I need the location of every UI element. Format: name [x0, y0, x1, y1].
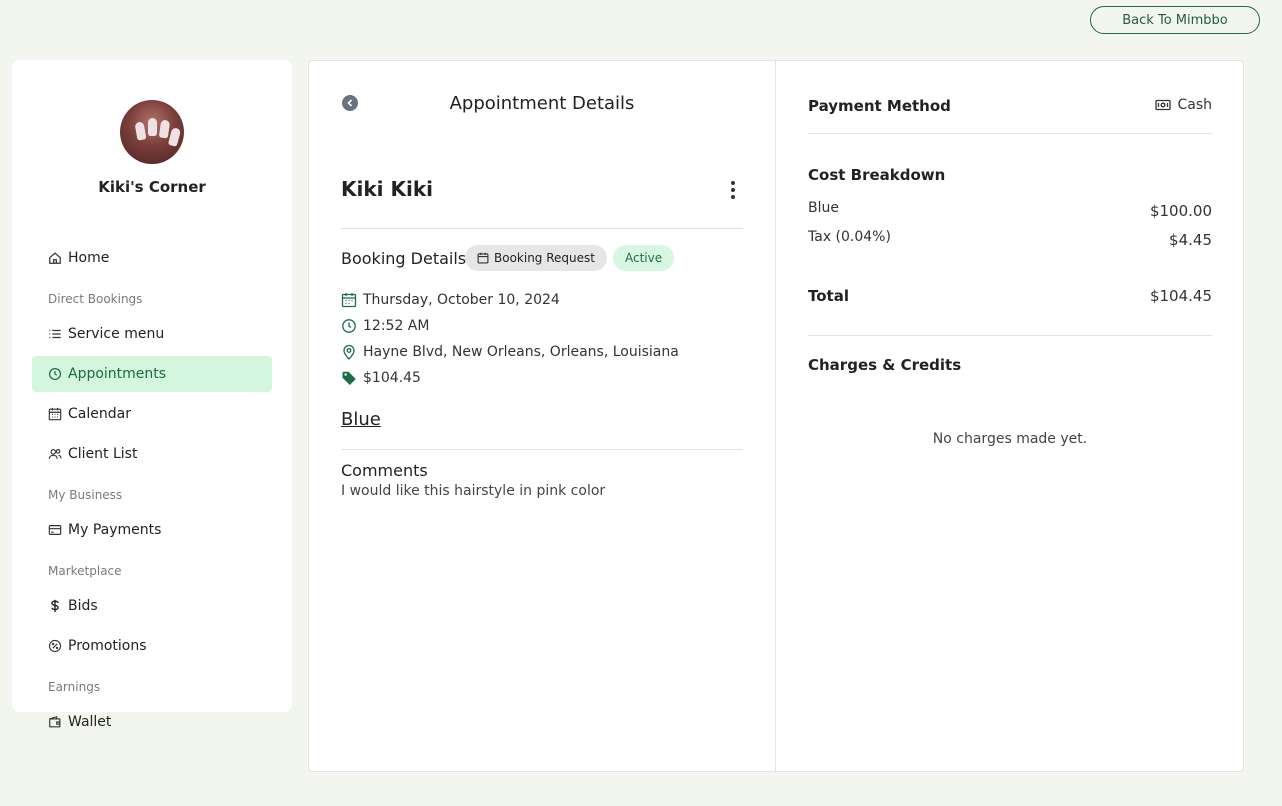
charges-credits-label: Charges & Credits — [808, 356, 962, 374]
no-charges-message: No charges made yet. — [932, 431, 1088, 447]
sidebar-item-wallet[interactable]: Wallet — [32, 704, 272, 740]
line-item-amount: $4.45 — [1169, 231, 1212, 249]
sidebar-item-calendar[interactable]: Calendar — [32, 396, 272, 432]
kebab-dot — [731, 195, 735, 200]
clock-icon — [48, 367, 62, 381]
sidebar-item-label: Calendar — [68, 406, 131, 422]
sidebar-item-bids[interactable]: Bids — [32, 588, 272, 624]
sidebar-item-client-list[interactable]: Client List — [32, 436, 272, 472]
sidebar-item-label: Wallet — [68, 714, 112, 730]
payment-method: Cash — [1155, 97, 1212, 113]
date-text: Thursday, October 10, 2024 — [363, 292, 560, 308]
line-item-label: Tax (0.04%) — [808, 229, 891, 245]
payment-method-label: Payment Method — [808, 97, 951, 115]
section-earnings: Earnings — [48, 680, 101, 694]
map-pin-icon — [343, 344, 355, 360]
sidebar-item-promotions[interactable]: Promotions — [32, 628, 272, 664]
time-text: 12:52 AM — [363, 318, 430, 334]
payment-panel: Payment Method Cash Cost Breakdown Blue … — [808, 61, 1212, 771]
booking-details-label: Booking Details — [341, 249, 467, 268]
comments-text: I would like this hairstyle in pink colo… — [341, 483, 606, 499]
avatar — [120, 100, 184, 164]
sidebar-item-home[interactable]: Home — [32, 240, 272, 276]
appointment-location: Hayne Blvd, New Orleans, Orleans, Louisi… — [341, 344, 679, 360]
sidebar-item-label: Home — [68, 250, 110, 266]
section-marketplace: Marketplace — [48, 564, 122, 578]
clock-icon — [342, 319, 356, 333]
section-direct-bookings: Direct Bookings — [48, 292, 143, 306]
appointment-time: 12:52 AM — [341, 318, 429, 334]
home-icon — [49, 252, 61, 264]
sidebar-item-appointments[interactable]: Appointments — [32, 356, 272, 392]
column-divider — [775, 61, 776, 771]
line-item-amount: $100.00 — [1149, 202, 1212, 220]
price-tag-icon — [342, 371, 356, 385]
divider — [808, 133, 1212, 134]
location-text: Hayne Blvd, New Orleans, Orleans, Louisi… — [363, 344, 679, 360]
dollar-icon — [51, 599, 59, 613]
appointment-date: Thursday, October 10, 2024 — [341, 292, 560, 308]
divider — [808, 335, 1212, 336]
client-name: Kiki Kiki — [341, 177, 433, 201]
card-icon — [48, 525, 62, 535]
sidebar-item-label: Service menu — [68, 326, 165, 342]
badge-percent-icon — [48, 639, 62, 653]
sidebar-item-label: Client List — [68, 446, 138, 462]
appointment-card: Appointment Details Kiki Kiki Booking De… — [308, 60, 1244, 772]
status-badge: Active — [613, 245, 675, 271]
kebab-dot — [731, 180, 735, 185]
divider — [341, 228, 743, 229]
sidebar-item-label: Bids — [68, 598, 98, 614]
sidebar-item-label: Appointments — [68, 366, 167, 382]
kebab-dot — [731, 187, 735, 192]
line-item-label: Blue — [808, 200, 839, 216]
booking-type-badge: Booking Request — [465, 245, 607, 271]
sidebar: Kiki's Corner Home Direct Bookings Servi… — [12, 60, 292, 730]
cost-breakdown-label: Cost Breakdown — [808, 166, 946, 184]
total-label: Total — [808, 287, 849, 305]
comments-label: Comments — [341, 461, 428, 480]
calendar-icon — [341, 293, 357, 308]
calendar-icon — [477, 252, 489, 264]
business-name: Kiki's Corner — [98, 178, 206, 196]
price-text: $104.45 — [363, 370, 421, 386]
appointment-details: Appointment Details Kiki Kiki Booking De… — [341, 61, 743, 771]
sidebar-item-label: My Payments — [68, 522, 162, 538]
calendar-icon — [48, 407, 62, 421]
appointment-price: $104.45 — [341, 370, 421, 386]
cash-icon — [1155, 99, 1172, 111]
section-my-business: My Business — [48, 488, 123, 502]
total-amount: $104.45 — [1149, 287, 1212, 305]
payment-method-value: Cash — [1177, 97, 1212, 113]
list-icon — [49, 329, 61, 339]
sidebar-item-label: Promotions — [68, 638, 147, 654]
divider — [341, 449, 743, 450]
back-to-mimbbo-button[interactable]: Back To Mimbbo — [1090, 6, 1260, 34]
sidebar-item-my-payments[interactable]: My Payments — [32, 512, 272, 548]
more-options-button[interactable] — [725, 179, 741, 201]
users-icon — [48, 449, 62, 459]
wallet-icon — [49, 715, 61, 728]
service-link[interactable]: Blue — [341, 409, 381, 430]
booking-type-label: Booking Request — [494, 251, 595, 265]
page-title: Appointment Details — [449, 93, 635, 114]
sidebar-item-service-menu[interactable]: Service menu — [32, 316, 272, 352]
